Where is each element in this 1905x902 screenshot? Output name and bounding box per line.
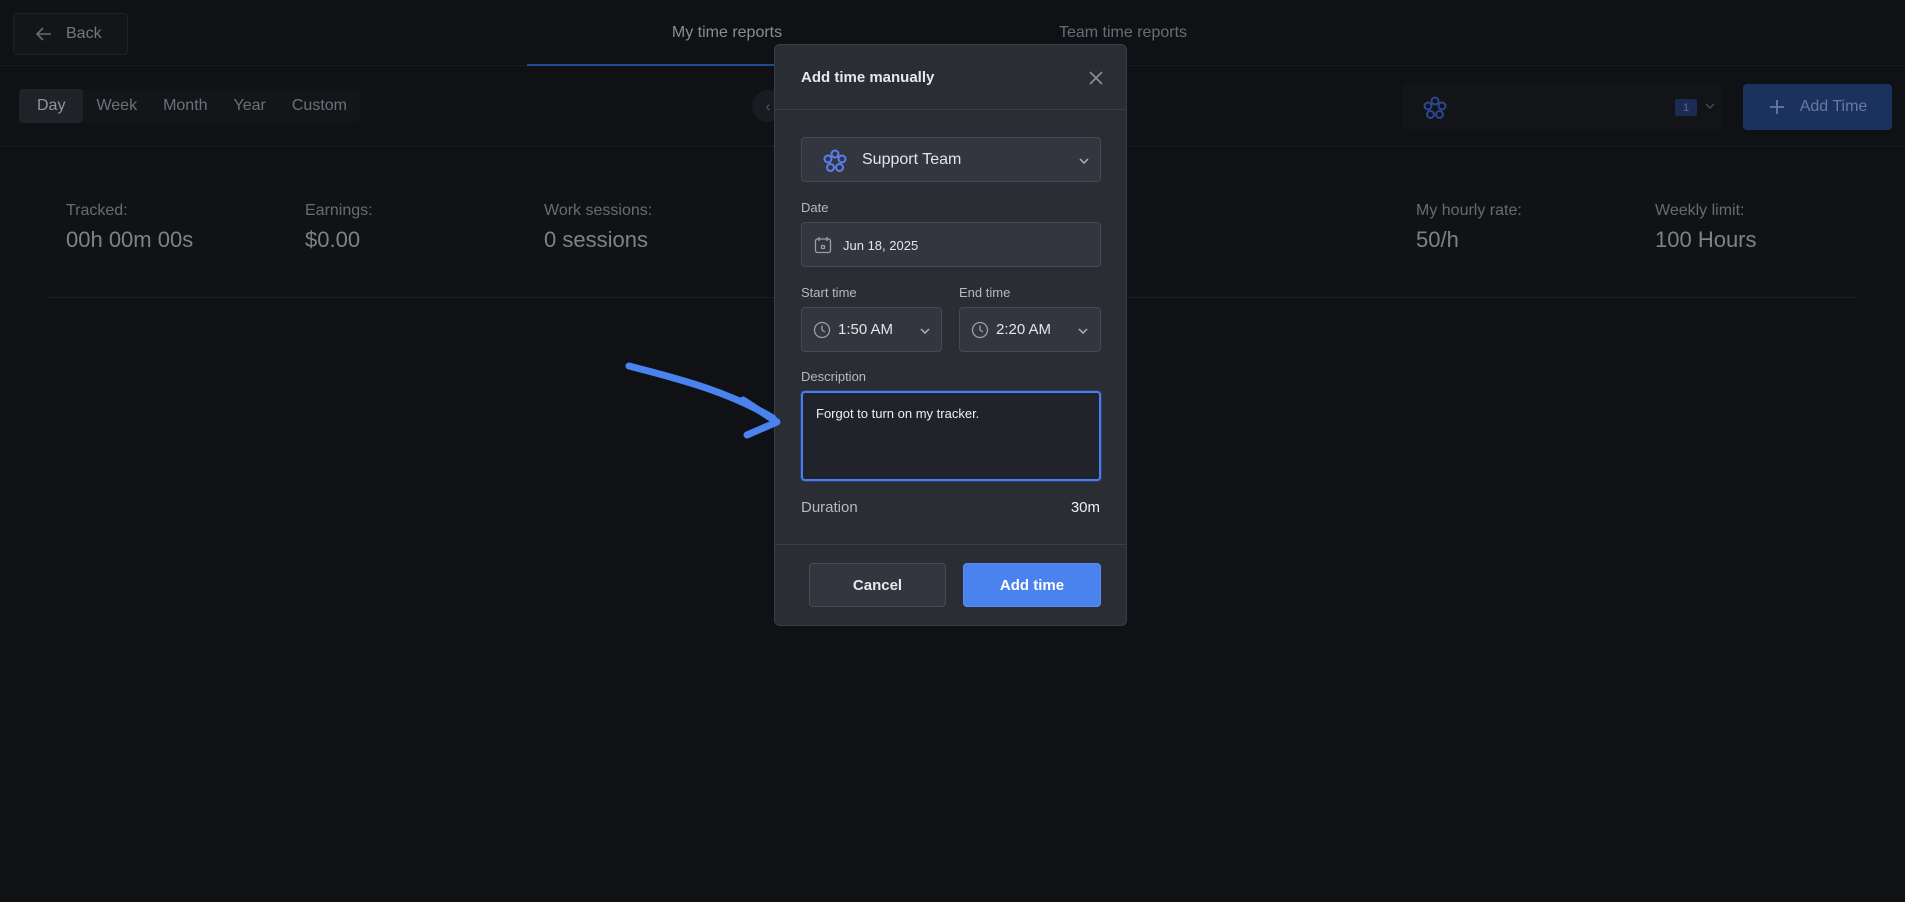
add-time-modal: Add time manually Support Team Date Jun …	[774, 44, 1127, 626]
date-label: Date	[801, 200, 829, 215]
date-picker[interactable]: Jun 18, 2025	[801, 222, 1101, 267]
duration-label: Duration	[801, 499, 858, 516]
end-time-label: End time	[959, 285, 1011, 300]
cancel-button[interactable]: Cancel	[809, 563, 946, 607]
description-textarea[interactable]: Forgot to turn on my tracker.	[801, 391, 1101, 481]
team-flower-icon	[823, 149, 847, 172]
close-icon[interactable]	[1088, 70, 1104, 86]
clock-icon	[813, 321, 831, 339]
modal-title: Add time manually	[801, 69, 935, 86]
clock-icon	[971, 321, 989, 339]
chevron-down-icon	[1078, 328, 1088, 335]
modal-header: Add time manually	[775, 45, 1126, 110]
start-time-label: Start time	[801, 285, 857, 300]
date-value: Jun 18, 2025	[843, 238, 919, 253]
start-time-value: 1:50 AM	[838, 321, 894, 338]
team-select-value: Support Team	[862, 151, 962, 168]
description-label: Description	[801, 369, 867, 384]
annotation-arrow-icon	[625, 362, 781, 439]
team-select[interactable]: Support Team	[801, 137, 1101, 182]
modal-footer-divider	[775, 544, 1126, 545]
add-time-button[interactable]: Add time	[963, 563, 1101, 607]
chevron-down-icon	[920, 328, 930, 335]
start-time-select[interactable]: 1:50 AM	[801, 307, 942, 352]
calendar-icon	[814, 237, 832, 254]
end-time-value: 2:20 AM	[996, 321, 1052, 338]
chevron-down-icon	[1079, 158, 1089, 165]
duration-value: 30m	[1070, 499, 1100, 516]
end-time-select[interactable]: 2:20 AM	[959, 307, 1101, 352]
